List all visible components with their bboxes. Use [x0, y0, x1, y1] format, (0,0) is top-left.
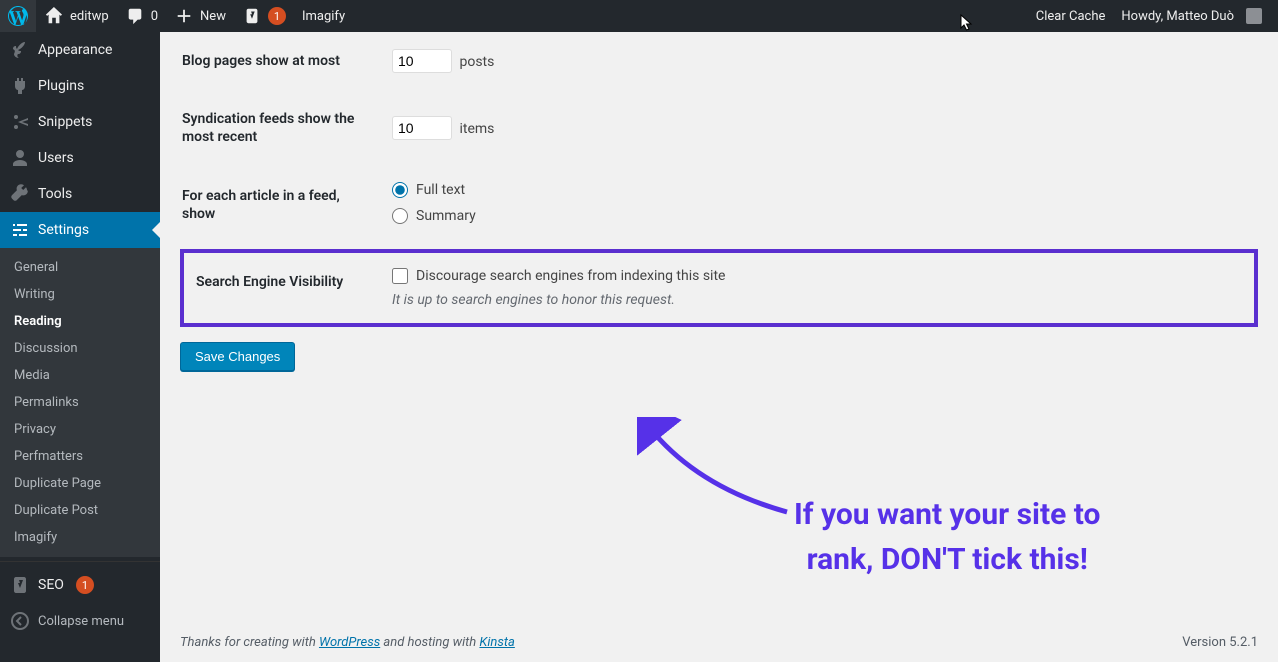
- submenu-discussion[interactable]: Discussion: [0, 335, 160, 362]
- yoast-icon: [242, 6, 262, 26]
- visibility-description: It is up to search engines to honor this…: [392, 292, 1244, 308]
- submenu-imagify[interactable]: Imagify: [0, 524, 160, 551]
- imagify-label: Imagify: [302, 9, 345, 24]
- footer-wordpress-link[interactable]: WordPress: [319, 635, 380, 650]
- yoast-menu-icon: [10, 575, 30, 595]
- clear-cache-item[interactable]: Clear Cache: [1028, 0, 1114, 32]
- submenu-general[interactable]: General: [0, 254, 160, 281]
- submenu-dup-page[interactable]: Duplicate Page: [0, 470, 160, 497]
- submenu-writing[interactable]: Writing: [0, 281, 160, 308]
- content-area: Blog pages show at most posts Syndicatio…: [160, 32, 1278, 662]
- visibility-check-label: Discourage search engines from indexing …: [416, 268, 725, 284]
- menu-settings-label: Settings: [38, 222, 89, 238]
- feed-label: For each article in a feed, show: [182, 167, 382, 251]
- plug-icon: [10, 76, 30, 96]
- menu-snippets[interactable]: Snippets: [0, 104, 160, 140]
- wordpress-icon: [8, 6, 28, 26]
- account-item[interactable]: Howdy, Matteo Duò: [1113, 0, 1270, 32]
- comment-icon: [125, 6, 145, 26]
- home-icon: [44, 6, 64, 26]
- admin-bar: editwp 0 New 1 Imagify Clear Cache: [0, 0, 1278, 32]
- syndication-label: Syndication feeds show the most recent: [182, 90, 382, 166]
- settings-submenu: General Writing Reading Discussion Media…: [0, 248, 160, 557]
- seo-badge: 1: [76, 576, 94, 594]
- feed-full-label: Full text: [416, 182, 465, 198]
- settings-form: Blog pages show at most posts Syndicatio…: [160, 32, 1278, 451]
- wrench-icon: [10, 184, 30, 204]
- menu-users-label: Users: [38, 150, 74, 166]
- row-blog-pages: Blog pages show at most posts: [182, 32, 1256, 90]
- menu-users[interactable]: Users: [0, 140, 160, 176]
- feed-full-radio[interactable]: [392, 182, 408, 198]
- collapse-label: Collapse menu: [38, 614, 124, 629]
- site-name-item[interactable]: editwp: [36, 0, 117, 32]
- avatar: [1246, 8, 1262, 24]
- scissors-icon: [10, 112, 30, 132]
- user-icon: [10, 148, 30, 168]
- save-button[interactable]: Save Changes: [180, 342, 295, 371]
- feed-summary-label: Summary: [416, 208, 476, 224]
- submenu-reading[interactable]: Reading: [0, 308, 160, 335]
- blog-pages-suffix: posts: [459, 54, 494, 70]
- menu-plugins[interactable]: Plugins: [0, 68, 160, 104]
- collapse-icon: [10, 611, 30, 631]
- form-table: Blog pages show at most posts Syndicatio…: [180, 32, 1258, 327]
- menu-separator: [0, 557, 160, 562]
- yoast-item[interactable]: 1: [234, 0, 294, 32]
- syndication-suffix: items: [459, 121, 494, 137]
- visibility-check-option[interactable]: Discourage search engines from indexing …: [392, 268, 1244, 284]
- footer-thanks: Thanks for creating with WordPress and h…: [180, 635, 515, 650]
- menu-seo-label: SEO: [38, 577, 64, 593]
- menu-snippets-label: Snippets: [38, 114, 92, 130]
- blog-pages-label: Blog pages show at most: [182, 32, 382, 90]
- row-visibility: Search Engine Visibility Discourage sear…: [182, 251, 1256, 325]
- submenu-media[interactable]: Media: [0, 362, 160, 389]
- new-item[interactable]: New: [166, 0, 234, 32]
- submenu-privacy[interactable]: Privacy: [0, 416, 160, 443]
- new-label: New: [200, 9, 226, 24]
- row-syndication: Syndication feeds show the most recent i…: [182, 90, 1256, 166]
- annotation-line1: If you want your site to: [794, 497, 1100, 532]
- sliders-icon: [10, 220, 30, 240]
- syndication-input[interactable]: [392, 116, 452, 140]
- collapse-menu[interactable]: Collapse menu: [0, 603, 160, 639]
- site-name-label: editwp: [70, 9, 109, 24]
- plus-icon: [174, 6, 194, 26]
- menu-tools-label: Tools: [38, 186, 72, 202]
- footer-kinsta-link[interactable]: Kinsta: [479, 635, 514, 650]
- imagify-item[interactable]: Imagify: [294, 0, 353, 32]
- submenu-permalinks[interactable]: Permalinks: [0, 389, 160, 416]
- visibility-label: Search Engine Visibility: [182, 251, 382, 325]
- wp-logo-item[interactable]: [0, 0, 36, 32]
- feed-full-option[interactable]: Full text: [392, 182, 1246, 198]
- brush-icon: [10, 40, 30, 60]
- feed-summary-option[interactable]: Summary: [392, 208, 1246, 224]
- footer-prefix: Thanks for creating with: [180, 635, 319, 650]
- footer-and-hosting: and hosting with: [380, 635, 479, 650]
- howdy-label: Howdy, Matteo Duò: [1121, 9, 1234, 24]
- menu-tools[interactable]: Tools: [0, 176, 160, 212]
- comments-count: 0: [151, 9, 158, 24]
- notice-badge: 1: [268, 7, 286, 25]
- menu-plugins-label: Plugins: [38, 78, 84, 94]
- menu-appearance[interactable]: Appearance: [0, 32, 160, 68]
- visibility-checkbox[interactable]: [392, 268, 408, 284]
- submenu-dup-post[interactable]: Duplicate Post: [0, 497, 160, 524]
- admin-footer: Thanks for creating with WordPress and h…: [160, 623, 1278, 662]
- blog-pages-input[interactable]: [392, 49, 452, 73]
- row-feed: For each article in a feed, show Full te…: [182, 167, 1256, 251]
- clear-cache-label: Clear Cache: [1036, 9, 1106, 24]
- annotation-text: If you want your site to rank, DON'T tic…: [794, 492, 1100, 582]
- admin-sidebar: Appearance Plugins Snippets Users Tools …: [0, 32, 160, 662]
- admin-bar-left: editwp 0 New 1 Imagify: [0, 0, 353, 32]
- annotation-line2: rank, DON'T tick this!: [807, 542, 1088, 577]
- admin-bar-right: Clear Cache Howdy, Matteo Duò: [1028, 0, 1278, 32]
- comments-item[interactable]: 0: [117, 0, 166, 32]
- footer-version: Version 5.2.1: [1182, 635, 1258, 650]
- submenu-perfmatters[interactable]: Perfmatters: [0, 443, 160, 470]
- menu-settings[interactable]: Settings: [0, 212, 160, 248]
- menu-appearance-label: Appearance: [38, 42, 112, 58]
- feed-summary-radio[interactable]: [392, 208, 408, 224]
- menu-seo[interactable]: SEO 1: [0, 567, 160, 603]
